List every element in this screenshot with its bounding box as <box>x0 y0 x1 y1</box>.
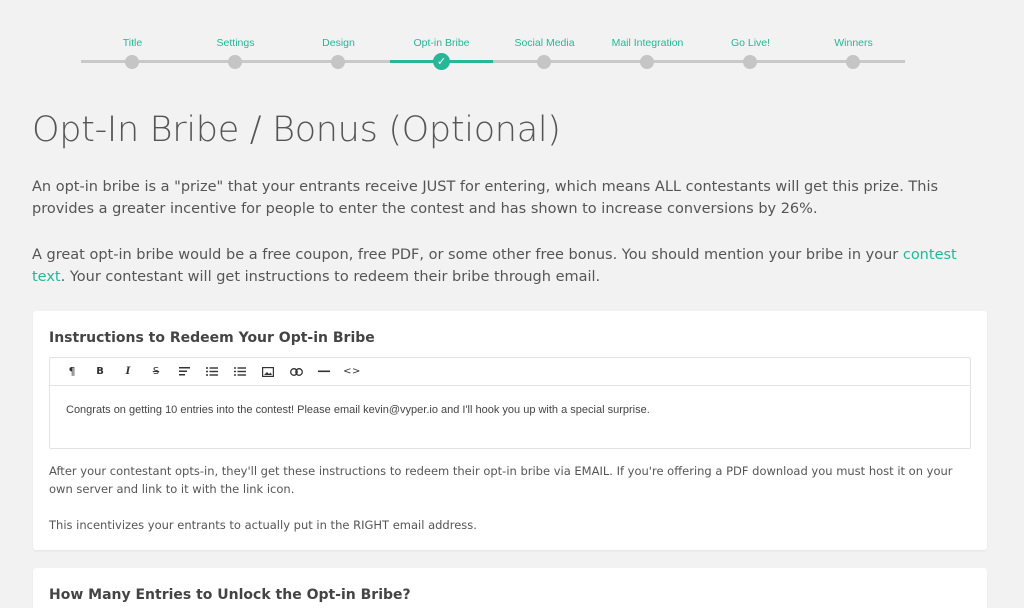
image-icon[interactable] <box>254 358 282 386</box>
step-go-live[interactable]: Go Live! <box>699 0 802 80</box>
step-mail-integration[interactable]: Mail Integration <box>596 0 699 80</box>
step-social-media[interactable]: Social Media <box>493 0 596 80</box>
instructions-incentive-text: This incentivizes your entrants to actua… <box>49 518 477 532</box>
ordered-list-icon[interactable] <box>226 358 254 386</box>
step-opt-in-bribe[interactable]: Opt-in Bribe ✓ <box>390 0 493 80</box>
step-label: Design <box>322 37 355 49</box>
step-settings[interactable]: Settings <box>184 0 287 80</box>
page-title: Opt-In Bribe / Bonus (Optional) <box>32 110 561 150</box>
paragraph-icon[interactable]: ¶ <box>58 358 86 386</box>
step-label: Settings <box>216 37 255 49</box>
step-dot <box>743 55 757 69</box>
instructions-card: Instructions to Redeem Your Opt-in Bribe… <box>33 311 987 550</box>
code-icon[interactable]: <> <box>338 358 366 386</box>
step-dot <box>537 55 551 69</box>
step-dot <box>846 55 860 69</box>
link-icon[interactable] <box>282 358 310 386</box>
step-dot <box>640 55 654 69</box>
unordered-list-icon[interactable] <box>198 358 226 386</box>
intro-paragraph-1: An opt-in bribe is a "prize" that your e… <box>32 179 939 217</box>
italic-glyph: I <box>125 366 131 377</box>
step-label: Social Media <box>514 37 575 49</box>
entries-card-title: How Many Entries to Unlock the Opt-in Br… <box>49 587 411 603</box>
align-left-icon[interactable] <box>170 358 198 386</box>
code-glyph: <> <box>343 366 361 377</box>
editor-content[interactable]: Congrats on getting 10 entries into the … <box>50 386 970 416</box>
instructions-help-text: After your contestant opts-in, they'll g… <box>49 464 953 496</box>
horizontal-rule-icon[interactable] <box>310 358 338 386</box>
entries-card: How Many Entries to Unlock the Opt-in Br… <box>33 568 987 608</box>
step-dot <box>125 55 139 69</box>
italic-icon[interactable]: I <box>114 358 142 386</box>
bold-icon[interactable]: B <box>86 358 114 386</box>
bold-glyph: B <box>96 366 104 377</box>
step-dot <box>228 55 242 69</box>
intro-paragraph-2: A great opt-in bribe would be a free cou… <box>32 244 992 288</box>
step-label: Title <box>122 37 143 49</box>
strikethrough-glyph: S <box>152 366 160 377</box>
intro-paragraph-2-text: A great opt-in bribe would be a free cou… <box>32 247 903 263</box>
step-title[interactable]: Title <box>81 0 184 80</box>
step-winners[interactable]: Winners <box>802 0 905 80</box>
editor-toolbar: ¶ B I S <> <box>50 358 970 386</box>
step-design[interactable]: Design <box>287 0 390 80</box>
step-label: Opt-in Bribe <box>413 37 470 49</box>
step-label: Winners <box>834 37 873 49</box>
strikethrough-icon[interactable]: S <box>142 358 170 386</box>
step-label: Mail Integration <box>611 37 684 49</box>
progress-stepper: Title Settings Design Opt-in Bribe ✓ Social M… <box>81 0 905 80</box>
intro-paragraph-2-text-end: . Your contestant will get instructions … <box>60 269 601 285</box>
rich-text-editor: ¶ B I S <> Congrats on getting 10 entrie… <box>49 357 971 449</box>
paragraph-glyph: ¶ <box>68 365 76 378</box>
step-check-icon: ✓ <box>433 53 450 70</box>
step-label: Go Live! <box>730 37 771 49</box>
step-dot <box>331 55 345 69</box>
instructions-card-title: Instructions to Redeem Your Opt-in Bribe <box>49 330 375 346</box>
